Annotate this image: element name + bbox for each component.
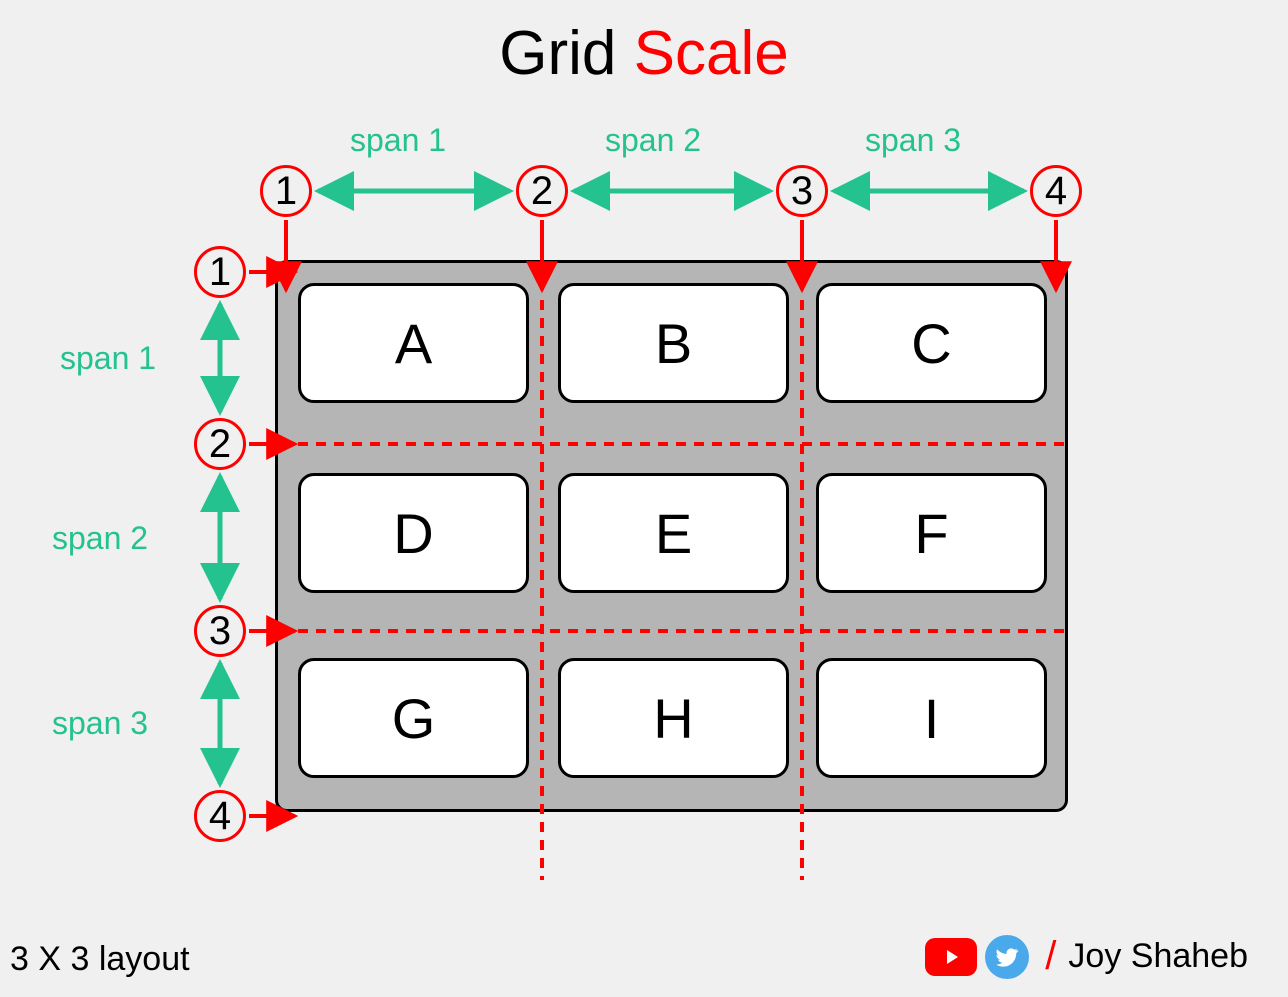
twitter-icon bbox=[985, 935, 1029, 979]
row-line-number-4: 4 bbox=[194, 790, 246, 842]
author-credit: / Joy Shaheb bbox=[925, 934, 1248, 979]
grid-cell-f: F bbox=[816, 473, 1047, 593]
grid-cell-h: H bbox=[558, 658, 789, 778]
title-word-1: Grid bbox=[499, 19, 616, 88]
author-name: Joy Shaheb bbox=[1068, 937, 1248, 976]
col-line-number-1: 1 bbox=[260, 165, 312, 217]
layout-caption: 3 X 3 layout bbox=[10, 940, 190, 979]
grid-cell-d: D bbox=[298, 473, 529, 593]
grid-container: A B C D E F G H I bbox=[275, 260, 1068, 812]
credit-separator: / bbox=[1045, 934, 1056, 979]
col-span-label-1: span 1 bbox=[350, 122, 446, 159]
row-span-label-3: span 3 bbox=[52, 705, 148, 742]
youtube-icon bbox=[925, 938, 977, 976]
title-word-2: Scale bbox=[634, 19, 789, 88]
grid-cell-i: I bbox=[816, 658, 1047, 778]
col-span-label-2: span 2 bbox=[605, 122, 701, 159]
col-line-number-3: 3 bbox=[776, 165, 828, 217]
col-line-number-2: 2 bbox=[516, 165, 568, 217]
grid-cell-g: G bbox=[298, 658, 529, 778]
row-line-number-1: 1 bbox=[194, 246, 246, 298]
grid-cell-b: B bbox=[558, 283, 789, 403]
col-line-number-4: 4 bbox=[1030, 165, 1082, 217]
row-span-label-2: span 2 bbox=[52, 520, 148, 557]
grid-cell-c: C bbox=[816, 283, 1047, 403]
grid-cell-e: E bbox=[558, 473, 789, 593]
page-title: Grid Scale bbox=[0, 18, 1288, 89]
row-line-number-3: 3 bbox=[194, 605, 246, 657]
grid-cell-a: A bbox=[298, 283, 529, 403]
row-line-number-2: 2 bbox=[194, 418, 246, 470]
row-span-label-1: span 1 bbox=[60, 340, 156, 377]
col-span-label-3: span 3 bbox=[865, 122, 961, 159]
